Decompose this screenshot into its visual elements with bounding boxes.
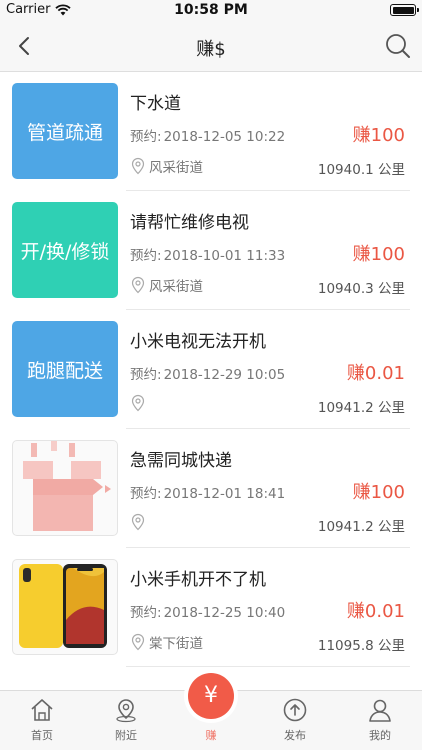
location-pin-icon bbox=[131, 513, 145, 531]
task-thumbnail: 管道疏通 bbox=[12, 83, 118, 179]
yen-icon: ¥ bbox=[204, 683, 218, 708]
distance: 11095.8 公里 bbox=[317, 638, 405, 654]
task-title: 下水道 bbox=[130, 94, 181, 114]
task-location: 风采街道 bbox=[130, 275, 203, 295]
appointment-label: 预约: bbox=[130, 486, 162, 502]
package-box-image bbox=[23, 441, 111, 531]
upload-icon bbox=[283, 698, 307, 722]
location-pin-icon bbox=[131, 394, 145, 412]
task-title: 请帮忙维修电视 bbox=[130, 213, 249, 233]
list-item[interactable]: 开/换/修锁 请帮忙维修电视 预约: 2018-10-01 11:33 赚100 … bbox=[0, 191, 422, 310]
battery-icon bbox=[390, 4, 419, 16]
distance: 10940.3 公里 bbox=[317, 281, 405, 297]
reward-amount: 赚100 bbox=[352, 482, 405, 503]
appointment-time: 预约: 2018-12-29 10:05 bbox=[130, 363, 285, 383]
location-pin-icon bbox=[131, 157, 145, 175]
appointment-date: 2018-12-25 10:40 bbox=[163, 605, 286, 621]
home-icon bbox=[31, 699, 53, 721]
appointment-date: 2018-12-29 10:05 bbox=[163, 367, 286, 383]
task-thumbnail: 开/换/修锁 bbox=[12, 202, 118, 298]
appointment-label: 预约: bbox=[130, 605, 162, 621]
appointment-date: 2018-12-05 10:22 bbox=[163, 129, 286, 145]
status-bar: Carrier 10:58 PM bbox=[0, 0, 422, 20]
task-thumbnail bbox=[12, 440, 118, 536]
tab-label: 我的 bbox=[369, 729, 391, 742]
appointment-time: 预约: 2018-12-25 10:40 bbox=[130, 601, 285, 621]
appointment-label: 预约: bbox=[130, 248, 162, 264]
task-location bbox=[130, 394, 149, 412]
appointment-date: 2018-10-01 11:33 bbox=[163, 248, 286, 264]
appointment-time: 预约: 2018-12-01 18:41 bbox=[130, 482, 285, 502]
task-thumbnail bbox=[12, 559, 118, 655]
task-title: 急需同城快递 bbox=[130, 451, 232, 471]
thumbnail-label: 开/换/修锁 bbox=[20, 240, 110, 263]
task-location: 棠下街道 bbox=[130, 632, 203, 652]
task-title: 小米电视无法开机 bbox=[130, 332, 266, 352]
reward-amount: 赚100 bbox=[352, 244, 405, 265]
task-list: 管道疏通 下水道 预约: 2018-12-05 10:22 赚100 风采街道 1… bbox=[0, 72, 422, 667]
list-item[interactable]: 急需同城快递 预约: 2018-12-01 18:41 赚100 10941.2 … bbox=[0, 429, 422, 548]
thumbnail-label: 管道疏通 bbox=[26, 121, 103, 144]
reward-amount: 赚0.01 bbox=[346, 601, 405, 622]
reward-amount: 赚0.01 bbox=[346, 363, 405, 384]
tab-label: 附近 bbox=[115, 729, 137, 742]
tab-nearby[interactable]: 附近 bbox=[84, 691, 168, 750]
search-icon[interactable] bbox=[384, 32, 412, 60]
appointment-time: 预约: 2018-12-05 10:22 bbox=[130, 125, 285, 145]
status-time: 10:58 PM bbox=[174, 2, 248, 18]
location-name: 棠下街道 bbox=[149, 636, 203, 652]
appointment-time: 预约: 2018-10-01 11:33 bbox=[130, 244, 285, 264]
list-item[interactable]: 跑腿配送 小米电视无法开机 预约: 2018-12-29 10:05 赚0.01 … bbox=[0, 310, 422, 429]
location-pin-icon bbox=[131, 276, 145, 294]
yellow-iphone-image bbox=[19, 564, 107, 648]
distance: 10941.2 公里 bbox=[317, 400, 405, 416]
tab-label: 发布 bbox=[284, 729, 306, 742]
user-icon bbox=[369, 699, 391, 722]
tab-home[interactable]: 首页 bbox=[0, 691, 84, 750]
tab-label: 赚 bbox=[205, 729, 217, 742]
reward-amount: 赚100 bbox=[352, 125, 405, 146]
location-name: 风采街道 bbox=[149, 279, 203, 295]
location-name: 风采街道 bbox=[149, 160, 203, 176]
distance: 10940.1 公里 bbox=[317, 162, 405, 178]
nav-bar: 赚$ bbox=[0, 20, 422, 72]
location-pin-icon bbox=[131, 633, 145, 651]
task-title: 小米手机开不了机 bbox=[130, 570, 266, 590]
task-location: 风采街道 bbox=[130, 156, 203, 176]
earn-fab-button[interactable]: ¥ bbox=[188, 673, 234, 719]
task-thumbnail: 跑腿配送 bbox=[12, 321, 118, 417]
appointment-label: 预约: bbox=[130, 367, 162, 383]
distance: 10941.2 公里 bbox=[317, 519, 405, 535]
thumbnail-label: 跑腿配送 bbox=[26, 359, 103, 382]
appointment-date: 2018-12-01 18:41 bbox=[163, 486, 286, 502]
tab-mine[interactable]: 我的 bbox=[338, 691, 422, 750]
tab-label: 首页 bbox=[31, 729, 53, 742]
tab-publish[interactable]: 发布 bbox=[253, 691, 337, 750]
list-item[interactable]: 管道疏通 下水道 预约: 2018-12-05 10:22 赚100 风采街道 1… bbox=[0, 72, 422, 191]
location-pin-icon bbox=[116, 699, 136, 723]
list-item[interactable]: 小米手机开不了机 预约: 2018-12-25 10:40 赚0.01 棠下街道 … bbox=[0, 548, 422, 667]
page-title: 赚$ bbox=[196, 39, 226, 60]
appointment-label: 预约: bbox=[130, 129, 162, 145]
task-location bbox=[130, 513, 149, 531]
